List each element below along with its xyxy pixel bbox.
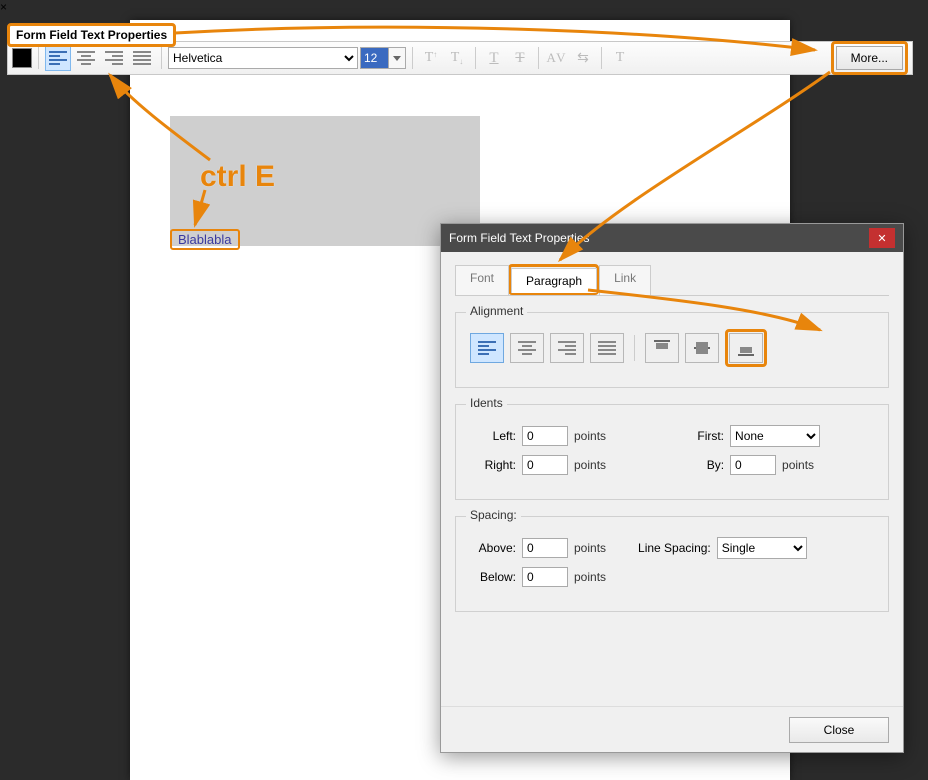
alignment-legend: Alignment: [466, 304, 527, 318]
separator: [601, 47, 602, 69]
right-input[interactable]: [522, 455, 568, 475]
alignment-group: Alignment: [455, 312, 889, 388]
separator: [161, 47, 162, 69]
below-input[interactable]: [522, 567, 568, 587]
by-input[interactable]: [730, 455, 776, 475]
dlg-valign-top[interactable]: [645, 333, 679, 363]
separator: [412, 47, 413, 69]
valign-bottom-highlight: [725, 329, 767, 367]
dialog-footer: Close: [441, 706, 903, 752]
left-input[interactable]: [522, 426, 568, 446]
more-button[interactable]: More...: [836, 46, 903, 70]
linespacing-label: Line Spacing:: [638, 541, 711, 555]
tab-paragraph[interactable]: Paragraph: [511, 268, 597, 293]
unit-label: points: [574, 570, 606, 584]
align-left-icon: [49, 51, 67, 65]
separator: [38, 47, 39, 69]
dialog-tabs: Font Paragraph Link: [455, 264, 889, 296]
unit-label: points: [574, 429, 606, 443]
tab-paragraph-highlight: Paragraph: [508, 264, 599, 295]
chevron-down-icon: [393, 56, 401, 61]
by-label: By:: [678, 458, 724, 472]
dlg-align-left[interactable]: [470, 333, 504, 363]
spacing-group: Spacing: Above: points Line Spacing: Sin…: [455, 516, 889, 612]
unit-label: points: [574, 458, 606, 472]
separator: [538, 47, 539, 69]
underline-button[interactable]: T: [482, 46, 506, 70]
tab-link[interactable]: Link: [599, 265, 651, 296]
right-label: Right:: [470, 458, 516, 472]
more-button-highlight: More...: [831, 41, 908, 75]
dialog-close-button[interactable]: ✕: [869, 228, 895, 248]
subscript-button[interactable]: T↓: [445, 46, 469, 70]
left-label: Left:: [470, 429, 516, 443]
dlg-align-right[interactable]: [550, 333, 584, 363]
clear-format-button[interactable]: T: [608, 46, 632, 70]
linespacing-select[interactable]: Single: [717, 537, 807, 559]
toolbar-close-icon[interactable]: ×: [0, 0, 928, 14]
dlg-align-center[interactable]: [510, 333, 544, 363]
dialog-title: Form Field Text Properties: [449, 231, 590, 245]
indents-legend: Idents: [466, 396, 507, 410]
superscript-button[interactable]: T↑: [419, 46, 443, 70]
separator: [475, 47, 476, 69]
align-left-icon: [478, 341, 496, 355]
toolbar-title: Form Field Text Properties: [7, 23, 176, 47]
dlg-align-justify[interactable]: [590, 333, 624, 363]
text-color-swatch[interactable]: [12, 48, 32, 68]
valign-middle-icon: [693, 340, 711, 356]
valign-bottom-icon: [737, 340, 755, 356]
align-justify-icon: [133, 51, 151, 65]
font-size-field[interactable]: [360, 47, 406, 69]
annotation-ctrl-e: ctrl E: [200, 160, 275, 194]
align-justify-icon: [598, 341, 616, 355]
unit-label: points: [782, 458, 814, 472]
strike-button[interactable]: T: [508, 46, 532, 70]
spacing-legend: Spacing:: [466, 508, 521, 522]
dialog-close-btn[interactable]: Close: [789, 717, 889, 743]
align-justify-button[interactable]: [129, 45, 155, 71]
dialog-titlebar[interactable]: Form Field Text Properties ✕: [441, 224, 903, 252]
font-family-select[interactable]: Helvetica: [168, 47, 358, 69]
align-right-icon: [558, 341, 576, 355]
unit-label: points: [574, 541, 606, 555]
char-spacing-button[interactable]: AV: [545, 46, 569, 70]
align-left-button[interactable]: [45, 45, 71, 71]
first-select[interactable]: None: [730, 425, 820, 447]
dlg-valign-bottom[interactable]: [729, 333, 763, 363]
indents-group: Idents Left: points First: None Right: p…: [455, 404, 889, 500]
separator: [634, 335, 635, 361]
form-field-text[interactable]: Blablabla: [170, 229, 240, 250]
text-properties-dialog: Form Field Text Properties ✕ Font Paragr…: [440, 223, 904, 753]
align-center-button[interactable]: [73, 45, 99, 71]
above-input[interactable]: [522, 538, 568, 558]
font-size-input[interactable]: [360, 47, 388, 69]
dlg-valign-middle[interactable]: [685, 333, 719, 363]
font-size-dropdown[interactable]: [388, 47, 406, 69]
align-center-icon: [77, 51, 95, 65]
first-label: First:: [678, 429, 724, 443]
horiz-scale-button[interactable]: ⇆: [571, 46, 595, 70]
tab-font[interactable]: Font: [455, 265, 509, 296]
align-right-icon: [105, 51, 123, 65]
above-label: Above:: [470, 541, 516, 555]
dialog-body: Font Paragraph Link Alignment: [441, 252, 903, 706]
valign-top-icon: [653, 340, 671, 356]
align-right-button[interactable]: [101, 45, 127, 71]
align-center-icon: [518, 341, 536, 355]
below-label: Below:: [470, 570, 516, 584]
